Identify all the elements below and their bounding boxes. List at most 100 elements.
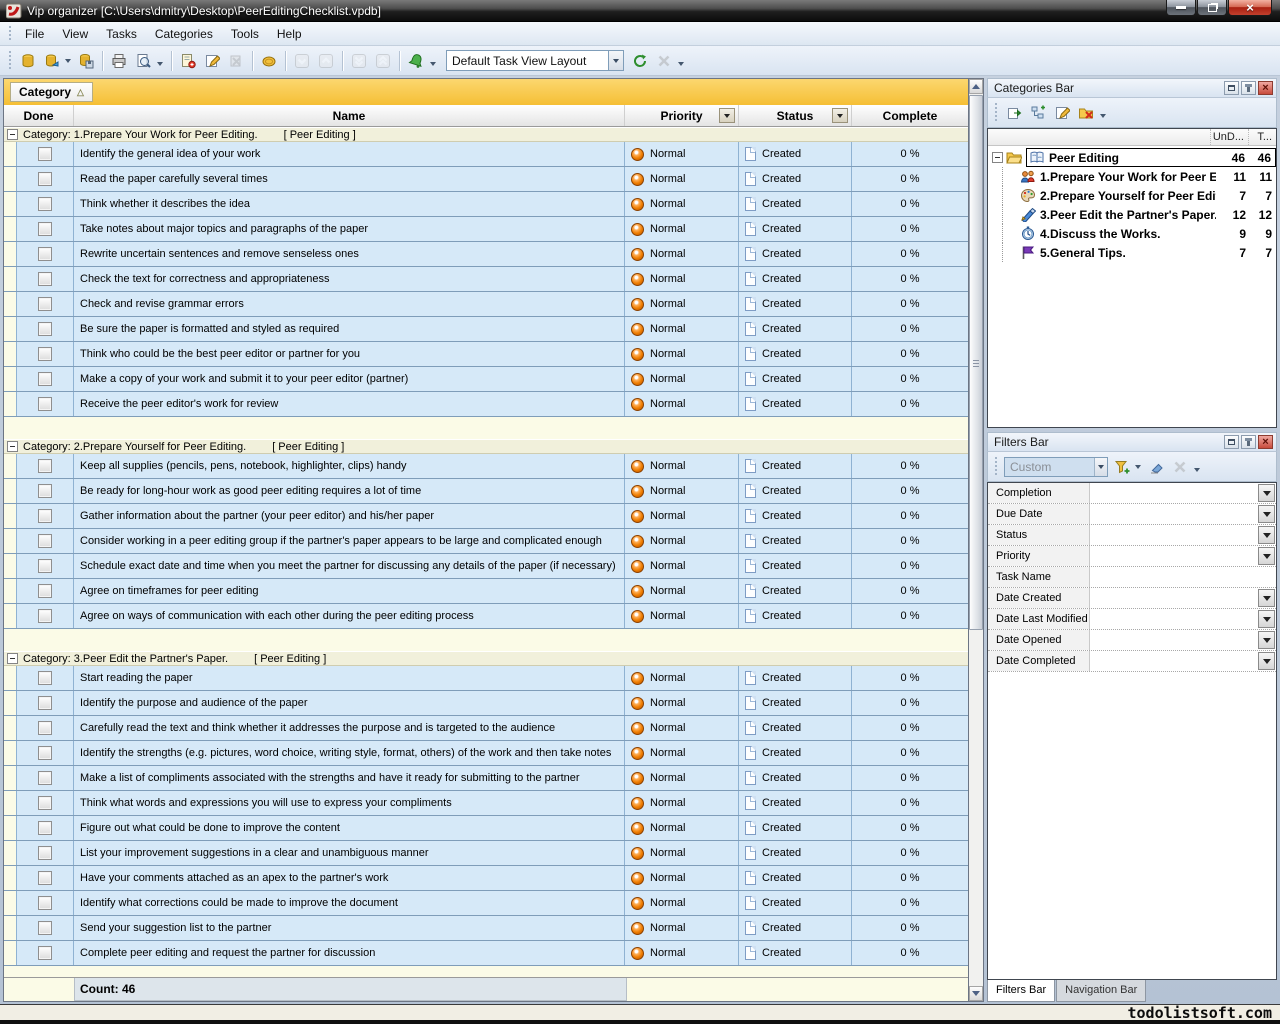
- task-checkbox[interactable]: [38, 796, 52, 810]
- filter-value-field[interactable]: [1090, 525, 1257, 545]
- apply-filter-dropdown-icon[interactable]: [1135, 465, 1141, 469]
- tree-category-row[interactable]: 5.General Tips.77: [988, 243, 1276, 262]
- task-checkbox[interactable]: [38, 297, 52, 311]
- task-checkbox[interactable]: [38, 671, 52, 685]
- task-checkbox[interactable]: [38, 322, 52, 336]
- filter-preset-dropdown-icon[interactable]: [1094, 458, 1107, 476]
- task-checkbox[interactable]: [38, 272, 52, 286]
- toolbar-overflow-icon[interactable]: [157, 62, 163, 66]
- task-checkbox[interactable]: [38, 197, 52, 211]
- task-row[interactable]: Complete peer editing and request the pa…: [4, 941, 968, 966]
- task-checkbox[interactable]: [38, 946, 52, 960]
- apply-layout-button[interactable]: [628, 49, 652, 73]
- category-group-header[interactable]: Category: 1.Prepare Your Work for Peer E…: [4, 127, 968, 142]
- edit-task-button[interactable]: [200, 49, 224, 73]
- filter-value-field[interactable]: [1090, 588, 1257, 608]
- menu-tasks[interactable]: Tasks: [97, 24, 146, 44]
- task-checkbox[interactable]: [38, 397, 52, 411]
- toolbar-overflow-icon[interactable]: [678, 62, 684, 66]
- task-row[interactable]: Think what words and expressions you wil…: [4, 791, 968, 816]
- menu-tools[interactable]: Tools: [222, 24, 268, 44]
- task-row[interactable]: Agree on ways of communication with each…: [4, 604, 968, 629]
- print-preview-button[interactable]: [131, 49, 155, 73]
- task-checkbox[interactable]: [38, 846, 52, 860]
- task-row[interactable]: Make a list of compliments associated wi…: [4, 766, 968, 791]
- categories-pin-icon[interactable]: [1241, 81, 1256, 95]
- collapse-icon[interactable]: [7, 653, 18, 664]
- scrollbar-thumb[interactable]: [969, 95, 983, 630]
- collapse-icon[interactable]: [992, 152, 1003, 163]
- task-row[interactable]: Keep all supplies (pencils, pens, notebo…: [4, 454, 968, 479]
- new-database-button[interactable]: [16, 49, 40, 73]
- column-header-complete[interactable]: Complete: [852, 105, 968, 126]
- task-row[interactable]: Consider working in a peer editing group…: [4, 529, 968, 554]
- task-checkbox[interactable]: [38, 821, 52, 835]
- layout-combo[interactable]: Default Task View Layout: [446, 50, 624, 71]
- task-checkbox[interactable]: [38, 534, 52, 548]
- scrollbar-track[interactable]: [969, 94, 983, 986]
- task-row[interactable]: Identify the general idea of your workNo…: [4, 142, 968, 167]
- task-checkbox[interactable]: [38, 584, 52, 598]
- add-subcategory-button[interactable]: [1026, 101, 1050, 125]
- task-checkbox[interactable]: [38, 721, 52, 735]
- task-row[interactable]: Send your suggestion list to the partner…: [4, 916, 968, 941]
- task-row[interactable]: List your improvement suggestions in a c…: [4, 841, 968, 866]
- filter-dropdown-icon[interactable]: [1258, 589, 1275, 607]
- tab-filters-bar[interactable]: Filters Bar: [987, 980, 1055, 1002]
- task-checkbox[interactable]: [38, 609, 52, 623]
- task-row[interactable]: Agree on timeframes for peer editingNorm…: [4, 579, 968, 604]
- tree-category-row[interactable]: 2.Prepare Yourself for Peer Editing.77: [988, 186, 1276, 205]
- task-checkbox[interactable]: [38, 696, 52, 710]
- task-row[interactable]: Rewrite uncertain sentences and remove s…: [4, 242, 968, 267]
- column-header-priority[interactable]: Priority: [625, 105, 739, 126]
- filter-dropdown-icon[interactable]: [1258, 505, 1275, 523]
- categories-restore-icon[interactable]: [1224, 81, 1239, 95]
- add-category-button[interactable]: [1002, 101, 1026, 125]
- task-row[interactable]: Identify the purpose and audience of the…: [4, 691, 968, 716]
- task-row[interactable]: Identify what corrections could be made …: [4, 891, 968, 916]
- column-header-name[interactable]: Name: [74, 105, 625, 126]
- filter-value-field[interactable]: [1090, 483, 1257, 503]
- save-database-button[interactable]: [74, 49, 98, 73]
- new-task-button[interactable]: [176, 49, 200, 73]
- complete-task-button[interactable]: [257, 49, 281, 73]
- menu-view[interactable]: View: [53, 24, 97, 44]
- status-filter-dropdown-icon[interactable]: [832, 108, 848, 123]
- task-row[interactable]: Check and revise grammar errorsNormalCre…: [4, 292, 968, 317]
- task-row[interactable]: Think whether it describes the ideaNorma…: [4, 192, 968, 217]
- filters-pin-icon[interactable]: [1241, 435, 1256, 449]
- task-row[interactable]: Be sure the paper is formatted and style…: [4, 317, 968, 342]
- menu-categories[interactable]: Categories: [146, 24, 222, 44]
- task-checkbox[interactable]: [38, 896, 52, 910]
- categories-close-icon[interactable]: ×: [1258, 81, 1273, 95]
- category-group-header[interactable]: Category: 3.Peer Edit the Partner's Pape…: [4, 651, 968, 666]
- task-checkbox[interactable]: [38, 871, 52, 885]
- tree-column-undone[interactable]: UnD...: [1210, 129, 1248, 145]
- tree-category-row[interactable]: 1.Prepare Your Work for Peer Editing.111…: [988, 167, 1276, 186]
- move-to-top-button[interactable]: [371, 49, 395, 73]
- menu-file[interactable]: File: [16, 24, 53, 44]
- task-row[interactable]: Start reading the paperNormalCreated0 %: [4, 666, 968, 691]
- filter-dropdown-icon[interactable]: [1258, 610, 1275, 628]
- collapse-icon[interactable]: [7, 441, 18, 452]
- apply-filter-button[interactable]: [1110, 455, 1134, 479]
- task-row[interactable]: Receive the peer editor's work for revie…: [4, 392, 968, 417]
- filter-dropdown-icon[interactable]: [1258, 484, 1275, 502]
- move-down-button[interactable]: [290, 49, 314, 73]
- filter-dropdown-icon[interactable]: [1258, 547, 1275, 565]
- toolbar-overflow-icon[interactable]: [1100, 114, 1106, 118]
- filter-dropdown-icon[interactable]: [1258, 631, 1275, 649]
- task-row[interactable]: Gather information about the partner (yo…: [4, 504, 968, 529]
- category-group-header[interactable]: Category: 2.Prepare Yourself for Peer Ed…: [4, 439, 968, 454]
- delete-task-button[interactable]: [224, 49, 248, 73]
- task-checkbox[interactable]: [38, 746, 52, 760]
- task-row[interactable]: Check the text for correctness and appro…: [4, 267, 968, 292]
- scroll-down-icon[interactable]: [969, 986, 983, 1001]
- task-checkbox[interactable]: [38, 147, 52, 161]
- filter-value-field[interactable]: [1090, 504, 1257, 524]
- minimize-button[interactable]: [1166, 0, 1196, 16]
- task-checkbox[interactable]: [38, 921, 52, 935]
- tree-category-row[interactable]: 3.Peer Edit the Partner's Paper.1212: [988, 205, 1276, 224]
- toolbar-overflow-icon[interactable]: [430, 62, 436, 66]
- task-row[interactable]: Be ready for long-hour work as good peer…: [4, 479, 968, 504]
